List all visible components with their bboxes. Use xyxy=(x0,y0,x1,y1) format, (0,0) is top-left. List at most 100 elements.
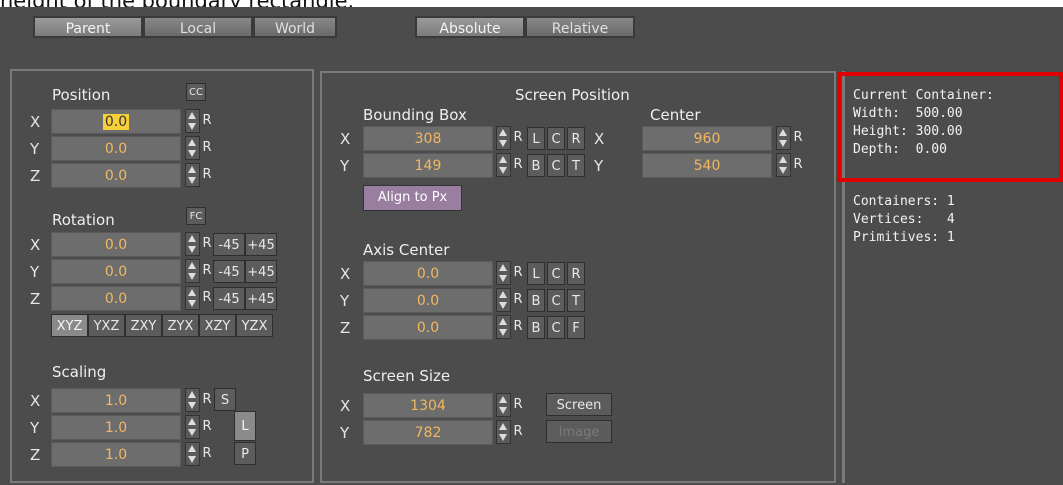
screen-button[interactable]: Screen xyxy=(546,393,612,416)
position-y-reset[interactable]: R xyxy=(201,136,213,159)
rotation-order-xzy[interactable]: XZY xyxy=(199,314,236,337)
center-y-field[interactable]: 540 xyxy=(642,153,772,178)
scaling-y-field[interactable]: 1.0 xyxy=(51,415,181,440)
axis-center-z-field[interactable]: 0.0 xyxy=(363,315,493,340)
scaling-lock-button[interactable]: L xyxy=(234,411,256,441)
screen-size-x-reset[interactable]: R xyxy=(512,393,524,416)
screen-size-x-field[interactable]: 1304 xyxy=(363,393,493,418)
rot-z-label: Z xyxy=(30,290,41,308)
scaling-z-spinner[interactable] xyxy=(185,442,200,466)
bounding-box-x-field[interactable]: 308 xyxy=(363,126,493,151)
bounding-box-x-reset[interactable]: R xyxy=(512,126,524,149)
bb-y-top-align[interactable]: T xyxy=(567,154,585,177)
scaling-x-field[interactable]: 1.0 xyxy=(51,388,181,413)
screen-size-y-field[interactable]: 782 xyxy=(363,420,493,445)
rotation-x-minus45[interactable]: -45 xyxy=(213,233,245,256)
rotation-x-spinner[interactable] xyxy=(185,232,200,256)
tab-parent[interactable]: Parent xyxy=(33,16,143,38)
scaling-x-reset[interactable]: R xyxy=(201,388,213,411)
position-y-spinner[interactable] xyxy=(185,136,200,160)
bb-y-center-align[interactable]: C xyxy=(547,154,565,177)
rotation-z-minus45[interactable]: -45 xyxy=(213,287,245,310)
bb-x-left-align[interactable]: L xyxy=(527,127,545,150)
rotation-x-plus45[interactable]: +45 xyxy=(245,233,277,256)
bounding-box-y-reset[interactable]: R xyxy=(512,153,524,176)
tab-absolute[interactable]: Absolute xyxy=(415,16,525,38)
axis-center-x-field[interactable]: 0.0 xyxy=(363,261,493,286)
width-value: Width: 500.00 xyxy=(853,106,963,121)
ac-z-front-align[interactable]: F xyxy=(567,316,585,339)
ac-z-center-align[interactable]: C xyxy=(547,316,565,339)
rotation-x-field[interactable]: 0.0 xyxy=(51,232,181,257)
rotation-y-field[interactable]: 0.0 xyxy=(51,259,181,284)
bounding-box-y-field[interactable]: 149 xyxy=(363,153,493,178)
containers-count: Containers: 1 xyxy=(853,194,955,209)
position-z-field[interactable]: 0.0 xyxy=(51,163,181,188)
rotation-order-yxz[interactable]: YXZ xyxy=(88,314,125,337)
primitives-count: Primitives: 1 xyxy=(853,230,955,245)
center-x-spinner[interactable] xyxy=(776,126,791,150)
axis-center-z-reset[interactable]: R xyxy=(512,315,524,338)
rotation-order-xyz[interactable]: XYZ xyxy=(51,314,88,337)
ac-x-left-align[interactable]: L xyxy=(527,262,545,285)
image-button[interactable]: Image xyxy=(546,420,612,443)
bounding-box-x-spinner[interactable] xyxy=(496,126,511,150)
bb-y-bottom-align[interactable]: B xyxy=(527,154,545,177)
rotation-z-field[interactable]: 0.0 xyxy=(51,286,181,311)
rotation-y-minus45[interactable]: -45 xyxy=(213,260,245,283)
align-to-px-button[interactable]: Align to Px xyxy=(363,185,462,211)
rotation-y-plus45[interactable]: +45 xyxy=(245,260,277,283)
bb-x-right-align[interactable]: R xyxy=(567,127,585,150)
screen-size-x-spinner[interactable] xyxy=(496,393,511,417)
cc-button[interactable]: CC xyxy=(186,83,206,101)
scaling-p-button[interactable]: P xyxy=(234,442,256,465)
scaling-z-field[interactable]: 1.0 xyxy=(51,442,181,467)
scaling-y-spinner[interactable] xyxy=(185,415,200,439)
position-x-spinner[interactable] xyxy=(185,109,200,133)
tab-relative[interactable]: Relative xyxy=(525,16,635,38)
ac-y-center-align[interactable]: C xyxy=(547,289,565,312)
tab-local[interactable]: Local xyxy=(143,16,253,38)
center-x-reset[interactable]: R xyxy=(792,126,804,149)
rotation-order-zyx[interactable]: ZYX xyxy=(162,314,199,337)
rotation-z-plus45[interactable]: +45 xyxy=(245,287,277,310)
ac-y-top-align[interactable]: T xyxy=(567,289,585,312)
axis-center-y-spinner[interactable] xyxy=(496,288,511,312)
axis-center-y-reset[interactable]: R xyxy=(512,288,524,311)
screen-size-y-reset[interactable]: R xyxy=(512,420,524,443)
axis-center-x-reset[interactable]: R xyxy=(512,261,524,284)
scaling-s-button[interactable]: S xyxy=(214,388,236,411)
bounding-box-y-spinner[interactable] xyxy=(496,153,511,177)
position-z-spinner[interactable] xyxy=(185,163,200,187)
fc-button[interactable]: FC xyxy=(186,207,206,225)
rotation-order-zxy[interactable]: ZXY xyxy=(125,314,162,337)
position-x-field[interactable]: 0.0 xyxy=(51,109,181,134)
axis-center-z-spinner[interactable] xyxy=(496,315,511,339)
rotation-x-reset[interactable]: R xyxy=(201,232,213,255)
rotation-y-spinner[interactable] xyxy=(185,259,200,283)
center-x-field[interactable]: 960 xyxy=(642,126,772,151)
center-y-reset[interactable]: R xyxy=(792,153,804,176)
bb-x-label: X xyxy=(340,130,351,148)
position-y-field[interactable]: 0.0 xyxy=(51,136,181,161)
ac-z-back-align[interactable]: B xyxy=(527,316,545,339)
rotation-z-reset[interactable]: R xyxy=(201,286,213,309)
position-z-reset[interactable]: R xyxy=(201,163,213,186)
position-x-reset[interactable]: R xyxy=(201,109,213,132)
rotation-z-spinner[interactable] xyxy=(185,286,200,310)
axis-center-x-spinner[interactable] xyxy=(496,261,511,285)
axis-center-title: Axis Center xyxy=(363,241,450,259)
rotation-y-reset[interactable]: R xyxy=(201,259,213,282)
bb-x-center-align[interactable]: C xyxy=(547,127,565,150)
scaling-x-spinner[interactable] xyxy=(185,388,200,412)
ac-x-right-align[interactable]: R xyxy=(567,262,585,285)
screen-size-y-spinner[interactable] xyxy=(496,420,511,444)
tab-world[interactable]: World xyxy=(253,16,337,38)
axis-center-y-field[interactable]: 0.0 xyxy=(363,288,493,313)
scaling-y-reset[interactable]: R xyxy=(201,415,213,438)
scaling-z-reset[interactable]: R xyxy=(201,442,213,465)
center-y-spinner[interactable] xyxy=(776,153,791,177)
ac-x-center-align[interactable]: C xyxy=(547,262,565,285)
rotation-order-yzx[interactable]: YZX xyxy=(236,314,273,337)
ac-y-bottom-align[interactable]: B xyxy=(527,289,545,312)
